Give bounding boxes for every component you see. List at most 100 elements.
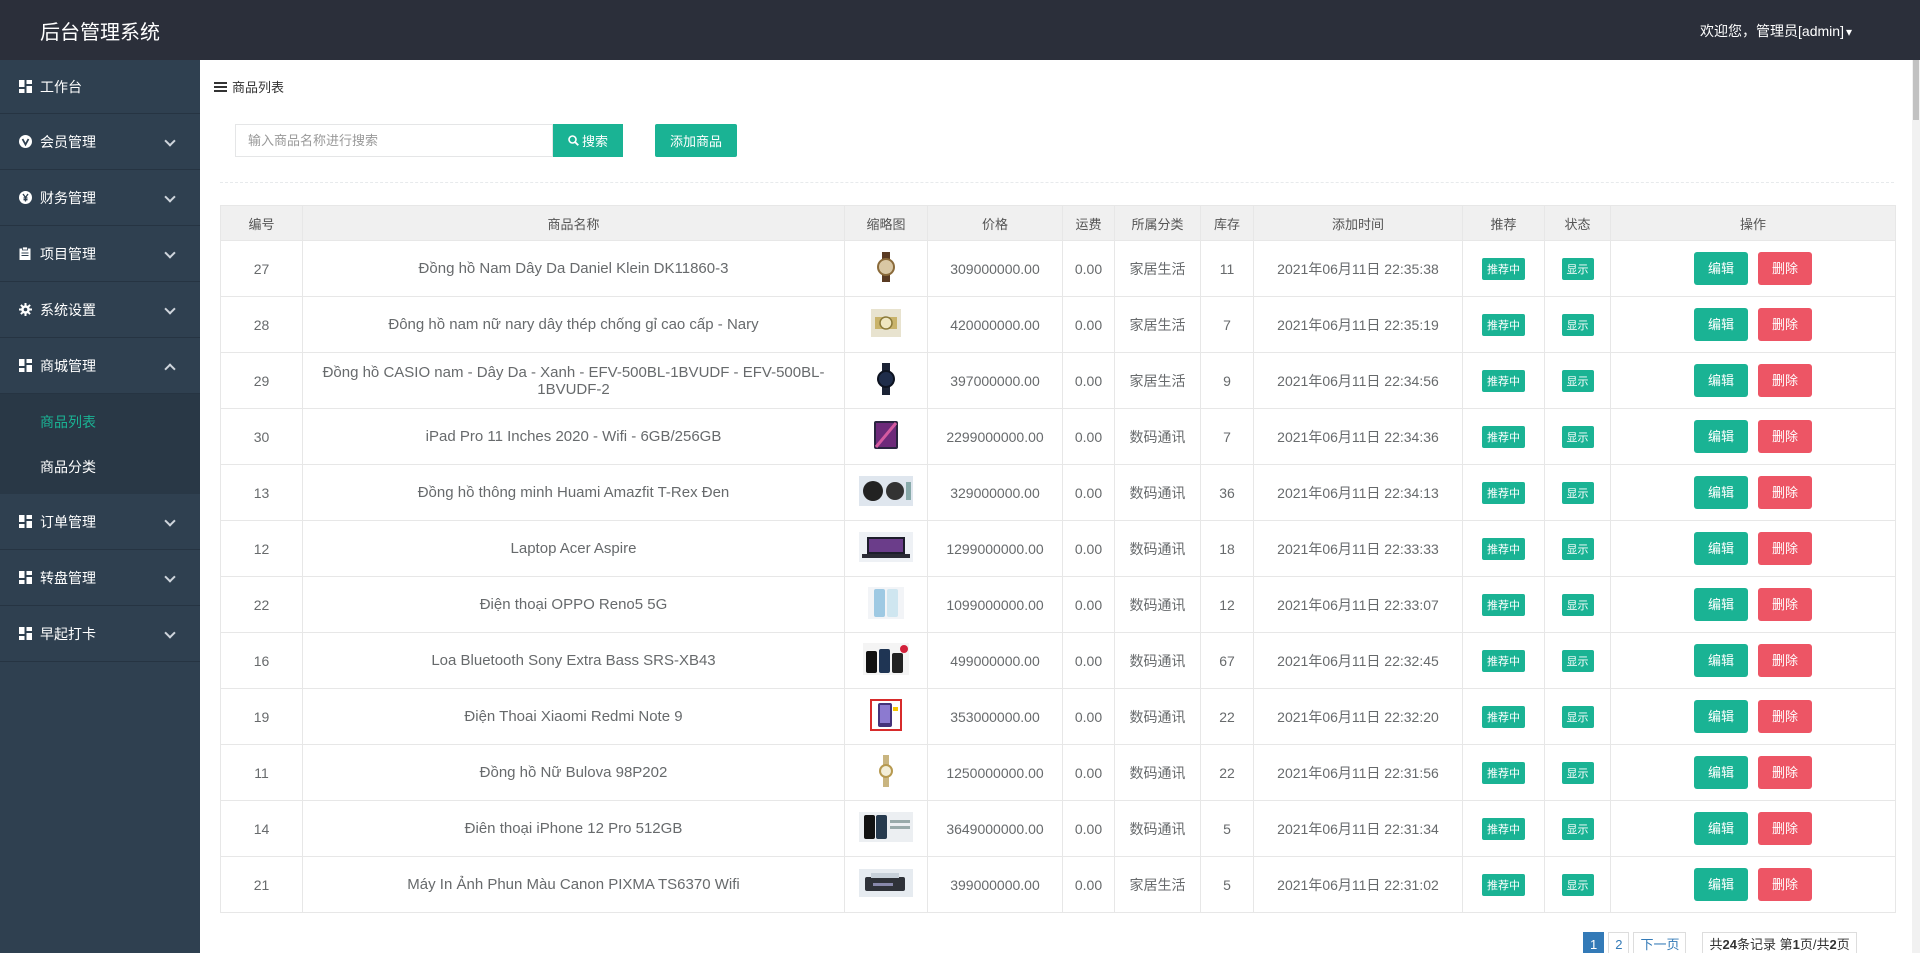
chevron-down-icon — [164, 134, 176, 147]
column-header: 商品名称 — [302, 205, 845, 241]
cell-stock: 7 — [1200, 408, 1254, 465]
delete-button[interactable]: 删除 — [1758, 812, 1812, 845]
recommend-toggle[interactable]: 推荐中 — [1482, 369, 1525, 392]
cell-price: 1099000000.00 — [927, 576, 1063, 633]
sidebar-submenu: 商品列表 商品分类 — [0, 394, 200, 494]
status-toggle[interactable]: 显示 — [1561, 425, 1594, 448]
delete-button[interactable]: 删除 — [1758, 532, 1812, 565]
search-button[interactable]: 搜索 — [553, 124, 623, 157]
recommend-toggle[interactable]: 推荐中 — [1482, 313, 1525, 336]
delete-button[interactable]: 删除 — [1758, 644, 1812, 677]
sidebar-item-finance[interactable]: 财务管理 — [0, 170, 200, 226]
cell-stock: 18 — [1200, 520, 1254, 577]
cell-added-time: 2021年06月11日 22:33:07 — [1253, 576, 1463, 633]
status-toggle[interactable]: 显示 — [1561, 537, 1594, 560]
delete-button[interactable]: 删除 — [1758, 756, 1812, 789]
edit-button[interactable]: 编辑 — [1694, 420, 1748, 453]
delete-button[interactable]: 删除 — [1758, 364, 1812, 397]
status-toggle[interactable]: 显示 — [1561, 705, 1594, 728]
status-toggle[interactable]: 显示 — [1561, 481, 1594, 504]
recommend-toggle[interactable]: 推荐中 — [1482, 705, 1525, 728]
dashboard-icon — [18, 359, 32, 373]
submenu-item-product-category[interactable]: 商品分类 — [0, 445, 200, 490]
scrollbar[interactable] — [1912, 60, 1920, 953]
status-toggle[interactable]: 显示 — [1561, 873, 1594, 896]
edit-button[interactable]: 编辑 — [1694, 644, 1748, 677]
delete-button[interactable]: 删除 — [1758, 588, 1812, 621]
sidebar-item-members[interactable]: 会员管理 — [0, 114, 200, 170]
app-title: 后台管理系统 — [40, 22, 160, 44]
search-input[interactable] — [235, 124, 553, 157]
sidebar-item-orders[interactable]: 订单管理 — [0, 494, 200, 550]
status-toggle[interactable]: 显示 — [1561, 817, 1594, 840]
recommend-toggle[interactable]: 推荐中 — [1482, 425, 1525, 448]
edit-button[interactable]: 编辑 — [1694, 252, 1748, 285]
status-toggle[interactable]: 显示 — [1561, 313, 1594, 336]
status-toggle[interactable]: 显示 — [1561, 369, 1594, 392]
cell-status: 显示 — [1544, 352, 1611, 409]
cell-actions: 编辑 删除 — [1610, 800, 1896, 857]
delete-button[interactable]: 删除 — [1758, 252, 1812, 285]
recommend-toggle[interactable]: 推荐中 — [1482, 649, 1525, 672]
sidebar-item-mall[interactable]: 商城管理 — [0, 338, 200, 394]
edit-button[interactable]: 编辑 — [1694, 476, 1748, 509]
next-page-button[interactable]: 下一页 — [1633, 932, 1687, 953]
status-toggle[interactable]: 显示 — [1561, 649, 1594, 672]
cell-stock: 36 — [1200, 464, 1254, 521]
cell-category: 数码通讯 — [1114, 576, 1201, 633]
column-header: 价格 — [927, 205, 1063, 241]
edit-button[interactable]: 编辑 — [1694, 756, 1748, 789]
recommend-toggle[interactable]: 推荐中 — [1482, 257, 1525, 280]
sidebar-item-turntable[interactable]: 转盘管理 — [0, 550, 200, 606]
cell-shipping: 0.00 — [1062, 296, 1115, 353]
delete-button[interactable]: 删除 — [1758, 700, 1812, 733]
status-toggle[interactable]: 显示 — [1561, 257, 1594, 280]
add-product-button[interactable]: 添加商品 — [655, 124, 737, 157]
cell-added-time: 2021年06月11日 22:34:36 — [1253, 408, 1463, 465]
edit-button[interactable]: 编辑 — [1694, 700, 1748, 733]
delete-button[interactable]: 删除 — [1758, 420, 1812, 453]
product-thumbnail — [871, 309, 901, 340]
user-menu[interactable]: 欢迎您，管理员[admin] ▾ — [1700, 21, 1852, 41]
edit-button[interactable]: 编辑 — [1694, 364, 1748, 397]
status-toggle[interactable]: 显示 — [1561, 761, 1594, 784]
table-row: 29 Đồng hồ CASIO nam - Dây Da - Xanh - EF… — [220, 352, 1896, 409]
recommend-toggle[interactable]: 推荐中 — [1482, 873, 1525, 896]
page-button-2[interactable]: 2 — [1608, 932, 1630, 953]
search-icon — [568, 135, 579, 146]
sidebar-item-projects[interactable]: 项目管理 — [0, 226, 200, 282]
delete-button[interactable]: 删除 — [1758, 476, 1812, 509]
cell-product-name: Đông hồ nam nữ nary dây thép chống gỉ ca… — [302, 296, 845, 353]
cell-price: 1250000000.00 — [927, 744, 1063, 801]
edit-button[interactable]: 编辑 — [1694, 812, 1748, 845]
sidebar-item-checkin[interactable]: 早起打卡 — [0, 606, 200, 662]
scrollbar-thumb[interactable] — [1913, 60, 1919, 120]
edit-button[interactable]: 编辑 — [1694, 308, 1748, 341]
page-button-1[interactable]: 1 — [1583, 932, 1605, 953]
cell-actions: 编辑 删除 — [1610, 520, 1896, 577]
cell-thumbnail — [844, 744, 928, 801]
cell-recommend: 推荐中 — [1462, 520, 1545, 577]
sidebar-item-settings[interactable]: 系统设置 — [0, 282, 200, 338]
cell-shipping: 0.00 — [1062, 464, 1115, 521]
recommend-toggle[interactable]: 推荐中 — [1482, 817, 1525, 840]
cell-thumbnail — [844, 408, 928, 465]
cell-actions: 编辑 删除 — [1610, 576, 1896, 633]
status-toggle[interactable]: 显示 — [1561, 593, 1594, 616]
edit-button[interactable]: 编辑 — [1694, 868, 1748, 901]
recommend-toggle[interactable]: 推荐中 — [1482, 761, 1525, 784]
edit-button[interactable]: 编辑 — [1694, 588, 1748, 621]
cell-actions: 编辑 删除 — [1610, 688, 1896, 745]
submenu-item-product-list[interactable]: 商品列表 — [0, 400, 200, 445]
cell-status: 显示 — [1544, 240, 1611, 297]
recommend-toggle[interactable]: 推荐中 — [1482, 537, 1525, 560]
cell-product-name: iPad Pro 11 Inches 2020 - Wifi - 6GB/256… — [302, 408, 845, 465]
recommend-toggle[interactable]: 推荐中 — [1482, 481, 1525, 504]
cell-price: 353000000.00 — [927, 688, 1063, 745]
delete-button[interactable]: 删除 — [1758, 868, 1812, 901]
edit-button[interactable]: 编辑 — [1694, 532, 1748, 565]
cell-product-name: Đồng hồ CASIO nam - Dây Da - Xanh - EFV-… — [302, 352, 845, 409]
sidebar-item-workbench[interactable]: 工作台 — [0, 60, 200, 114]
recommend-toggle[interactable]: 推荐中 — [1482, 593, 1525, 616]
delete-button[interactable]: 删除 — [1758, 308, 1812, 341]
